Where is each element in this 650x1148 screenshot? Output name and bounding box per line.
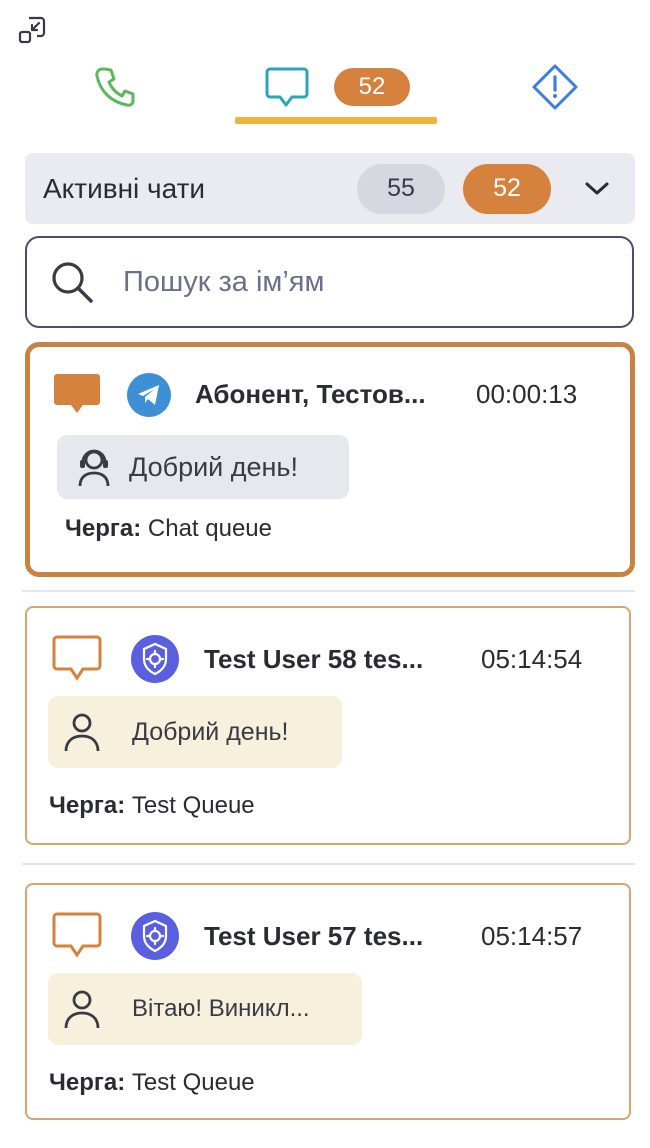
collapse-button[interactable] (16, 14, 48, 46)
chat-contact-name: Test User 57 tes... (204, 921, 424, 951)
chat-contact-name: Абонент, Тестов... (195, 379, 426, 409)
chevron-down-icon (585, 182, 609, 194)
warning-diamond-icon (532, 64, 578, 110)
chat-duration: 00:00:13 (476, 379, 578, 409)
last-message-bubble: Добрий день! (48, 696, 342, 768)
filter-dropdown-toggle[interactable] (569, 161, 625, 217)
webchat-icon (131, 912, 179, 960)
queue-label: Черга: (49, 792, 126, 819)
chat-queue: Черга: Chat queue (65, 515, 272, 543)
chat-queue: Черга: Test Queue (49, 792, 255, 820)
last-message-text: Вітаю! Виникл... (132, 995, 310, 1022)
last-message-bubble: Вітаю! Виникл... (48, 973, 362, 1045)
chat-card[interactable]: Test User 58 tes... 05:14:54 Добрий день… (25, 606, 631, 845)
tab-calls[interactable] (60, 52, 170, 122)
chat-status-icon (52, 635, 102, 681)
tab-bar: 52 (0, 52, 650, 126)
total-chats-count: 55 (357, 163, 445, 214)
tab-chats[interactable]: 52 (235, 52, 437, 124)
user-icon (64, 713, 100, 752)
search-box (25, 236, 634, 328)
webchat-icon (131, 635, 179, 683)
chat-duration: 05:14:54 (481, 644, 583, 674)
divider (22, 590, 635, 592)
operator-icon (78, 449, 110, 487)
minimize-icon (18, 16, 46, 44)
tab-alerts[interactable] (500, 52, 610, 122)
tab-chats-badge: 52 (334, 68, 410, 106)
queue-name: Test Queue (131, 1069, 255, 1096)
telegram-icon (127, 373, 171, 417)
divider (22, 863, 635, 865)
chat-queue: Черга: Test Queue (49, 1069, 255, 1097)
queue-name: Test Queue (131, 792, 255, 819)
chat-filter-bar: Активні чати 55 52 (25, 153, 635, 224)
phone-icon (95, 67, 135, 107)
last-message-bubble: Добрий день! (57, 435, 349, 499)
chat-status-icon (54, 374, 100, 413)
chat-status-icon (52, 912, 102, 958)
last-message-text: Добрий день! (132, 717, 289, 746)
last-message-text: Добрий день! (129, 451, 299, 482)
chat-card[interactable]: Абонент, Тестов... 00:00:13 Добрий день!… (25, 342, 635, 577)
chat-bubble-icon (265, 67, 309, 107)
user-icon (64, 990, 100, 1029)
chat-duration: 05:14:57 (481, 921, 583, 951)
chat-card[interactable]: Test User 57 tes... 05:14:57 Вітаю! Вини… (25, 883, 631, 1120)
active-chats-count: 52 (463, 163, 551, 214)
queue-label: Черга: (49, 1069, 126, 1096)
queue-name: Chat queue (147, 515, 272, 542)
search-icon (52, 262, 93, 303)
queue-label: Черга: (65, 515, 142, 542)
active-tab-indicator (235, 117, 437, 124)
chat-contact-name: Test User 58 tes... (204, 644, 424, 674)
search-input[interactable] (123, 265, 583, 299)
filter-title: Активні чати (43, 172, 206, 204)
